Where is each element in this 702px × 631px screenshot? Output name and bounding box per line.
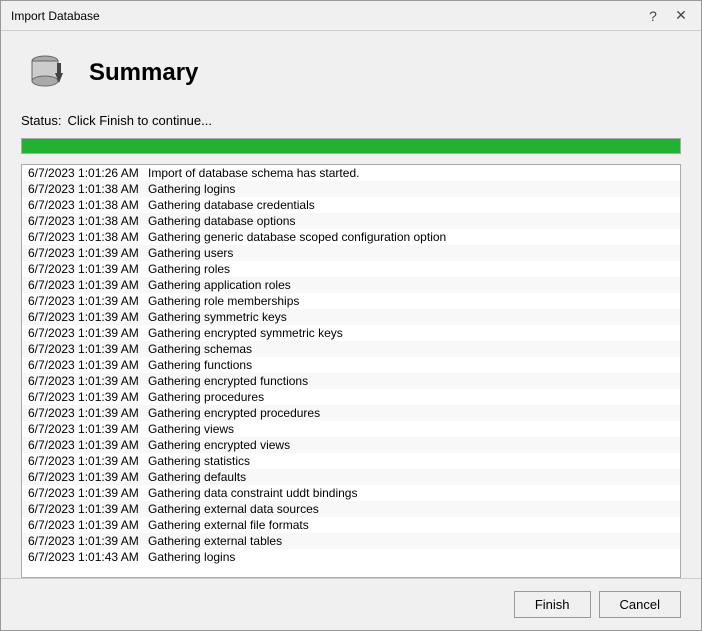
log-row: 6/7/2023 1:01:39 AMGathering users <box>22 245 680 261</box>
log-timestamp: 6/7/2023 1:01:39 AM <box>28 454 148 468</box>
log-message: Gathering logins <box>148 182 235 196</box>
log-message: Gathering roles <box>148 262 230 276</box>
log-message: Gathering external file formats <box>148 518 309 532</box>
log-message: Gathering external data sources <box>148 502 319 516</box>
log-message: Gathering functions <box>148 358 252 372</box>
log-timestamp: 6/7/2023 1:01:39 AM <box>28 278 148 292</box>
log-timestamp: 6/7/2023 1:01:38 AM <box>28 182 148 196</box>
log-row: 6/7/2023 1:01:39 AMGathering role member… <box>22 293 680 309</box>
page-title: Summary <box>89 59 198 87</box>
log-timestamp: 6/7/2023 1:01:39 AM <box>28 486 148 500</box>
progress-bar-container <box>21 138 681 154</box>
log-timestamp: 6/7/2023 1:01:39 AM <box>28 342 148 356</box>
log-message: Gathering defaults <box>148 470 246 484</box>
log-timestamp: 6/7/2023 1:01:38 AM <box>28 214 148 228</box>
dialog-body: Summary Status: Click Finish to continue… <box>1 31 701 578</box>
log-timestamp: 6/7/2023 1:01:26 AM <box>28 166 148 180</box>
log-row: 6/7/2023 1:01:39 AMGathering roles <box>22 261 680 277</box>
log-message: Import of database schema has started. <box>148 166 359 180</box>
log-timestamp: 6/7/2023 1:01:39 AM <box>28 502 148 516</box>
log-row: 6/7/2023 1:01:26 AMImport of database sc… <box>22 165 680 181</box>
log-timestamp: 6/7/2023 1:01:39 AM <box>28 358 148 372</box>
log-timestamp: 6/7/2023 1:01:39 AM <box>28 246 148 260</box>
help-button[interactable]: ? <box>643 6 663 26</box>
log-message: Gathering encrypted views <box>148 438 290 452</box>
close-button[interactable]: ✕ <box>671 6 691 26</box>
log-message: Gathering external tables <box>148 534 282 548</box>
log-row: 6/7/2023 1:01:39 AMGathering external ta… <box>22 533 680 549</box>
log-timestamp: 6/7/2023 1:01:39 AM <box>28 518 148 532</box>
log-row: 6/7/2023 1:01:39 AMGathering symmetric k… <box>22 309 680 325</box>
log-message: Gathering database options <box>148 214 295 228</box>
log-row: 6/7/2023 1:01:39 AMGathering statistics <box>22 453 680 469</box>
log-area[interactable]: 6/7/2023 1:01:26 AMImport of database sc… <box>21 164 681 578</box>
log-row: 6/7/2023 1:01:39 AMGathering encrypted s… <box>22 325 680 341</box>
log-row: 6/7/2023 1:01:39 AMGathering schemas <box>22 341 680 357</box>
log-timestamp: 6/7/2023 1:01:39 AM <box>28 262 148 276</box>
header-icon-container <box>21 47 73 99</box>
log-row: 6/7/2023 1:01:38 AMGathering generic dat… <box>22 229 680 245</box>
status-text: Click Finish to continue... <box>67 113 212 128</box>
log-timestamp: 6/7/2023 1:01:39 AM <box>28 422 148 436</box>
log-timestamp: 6/7/2023 1:01:39 AM <box>28 534 148 548</box>
log-timestamp: 6/7/2023 1:01:43 AM <box>28 550 148 564</box>
log-row: 6/7/2023 1:01:39 AMGathering defaults <box>22 469 680 485</box>
log-message: Gathering encrypted symmetric keys <box>148 326 343 340</box>
import-database-icon <box>23 49 71 97</box>
log-row: 6/7/2023 1:01:39 AMGathering functions <box>22 357 680 373</box>
log-row: 6/7/2023 1:01:39 AMGathering procedures <box>22 389 680 405</box>
log-message: Gathering application roles <box>148 278 291 292</box>
log-message: Gathering encrypted functions <box>148 374 308 388</box>
log-timestamp: 6/7/2023 1:01:39 AM <box>28 390 148 404</box>
log-row: 6/7/2023 1:01:39 AMGathering encrypted f… <box>22 373 680 389</box>
log-row: 6/7/2023 1:01:38 AMGathering database op… <box>22 213 680 229</box>
dialog-title: Import Database <box>11 9 100 23</box>
log-message: Gathering encrypted procedures <box>148 406 320 420</box>
log-row: 6/7/2023 1:01:38 AMGathering logins <box>22 181 680 197</box>
log-timestamp: 6/7/2023 1:01:39 AM <box>28 374 148 388</box>
log-row: 6/7/2023 1:01:39 AMGathering views <box>22 421 680 437</box>
log-row: 6/7/2023 1:01:39 AMGathering encrypted p… <box>22 405 680 421</box>
log-message: Gathering schemas <box>148 342 252 356</box>
status-label: Status: <box>21 113 61 128</box>
log-message: Gathering procedures <box>148 390 264 404</box>
log-message: Gathering symmetric keys <box>148 310 287 324</box>
log-row: 6/7/2023 1:01:39 AMGathering application… <box>22 277 680 293</box>
log-row: 6/7/2023 1:01:39 AMGathering external da… <box>22 501 680 517</box>
log-message: Gathering statistics <box>148 454 250 468</box>
log-row: 6/7/2023 1:01:39 AMGathering external fi… <box>22 517 680 533</box>
log-timestamp: 6/7/2023 1:01:39 AM <box>28 326 148 340</box>
log-timestamp: 6/7/2023 1:01:38 AM <box>28 198 148 212</box>
dialog-window: Import Database ? ✕ Summary <box>0 0 702 631</box>
log-message: Gathering role memberships <box>148 294 299 308</box>
log-row: 6/7/2023 1:01:43 AMGathering logins <box>22 549 680 565</box>
log-timestamp: 6/7/2023 1:01:38 AM <box>28 230 148 244</box>
dialog-footer: Finish Cancel <box>1 578 701 630</box>
log-timestamp: 6/7/2023 1:01:39 AM <box>28 406 148 420</box>
log-row: 6/7/2023 1:01:39 AMGathering encrypted v… <box>22 437 680 453</box>
log-message: Gathering views <box>148 422 234 436</box>
progress-bar-fill <box>22 139 680 153</box>
log-row: 6/7/2023 1:01:39 AMGathering data constr… <box>22 485 680 501</box>
log-message: Gathering database credentials <box>148 198 315 212</box>
log-message: Gathering generic database scoped config… <box>148 230 446 244</box>
log-timestamp: 6/7/2023 1:01:39 AM <box>28 438 148 452</box>
title-bar-controls: ? ✕ <box>643 6 691 26</box>
log-message: Gathering users <box>148 246 233 260</box>
header-section: Summary <box>21 47 681 99</box>
log-message: Gathering data constraint uddt bindings <box>148 486 357 500</box>
log-timestamp: 6/7/2023 1:01:39 AM <box>28 294 148 308</box>
log-message: Gathering logins <box>148 550 235 564</box>
log-timestamp: 6/7/2023 1:01:39 AM <box>28 470 148 484</box>
title-bar: Import Database ? ✕ <box>1 1 701 31</box>
cancel-button[interactable]: Cancel <box>599 591 681 618</box>
status-row: Status: Click Finish to continue... <box>21 113 681 128</box>
log-row: 6/7/2023 1:01:38 AMGathering database cr… <box>22 197 680 213</box>
log-timestamp: 6/7/2023 1:01:39 AM <box>28 310 148 324</box>
finish-button[interactable]: Finish <box>514 591 591 618</box>
